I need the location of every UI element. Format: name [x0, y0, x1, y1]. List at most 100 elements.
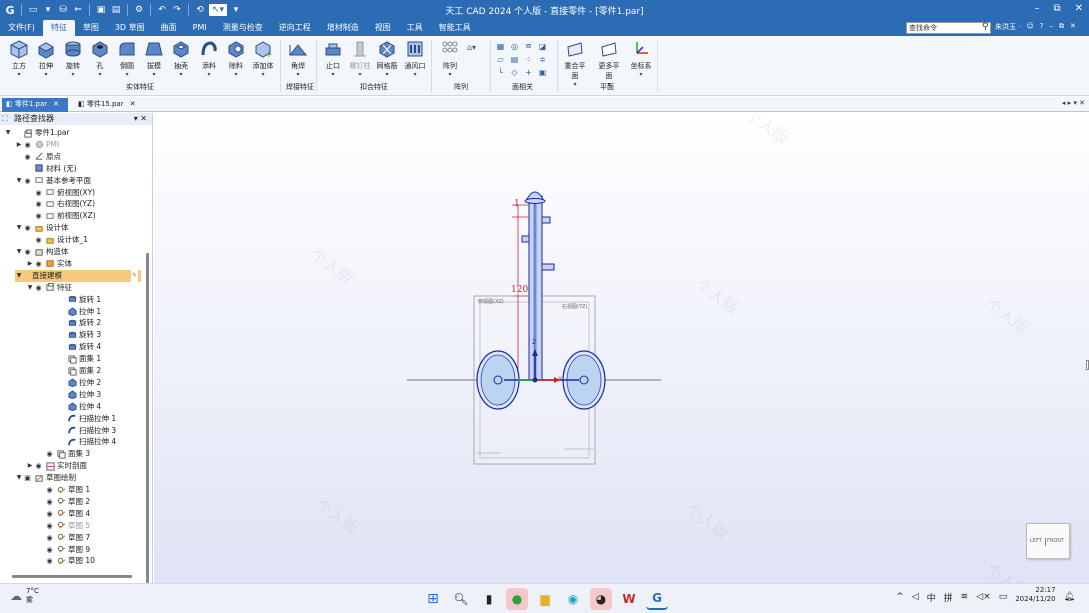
ime-pinyin[interactable]: 拼	[944, 591, 953, 604]
tree-node[interactable]: ◉ 设计体_1	[26, 234, 88, 246]
minimize-button[interactable]: –	[1034, 3, 1039, 14]
chevron-down-icon[interactable]: ▾	[141, 71, 167, 78]
tree-node[interactable]: ◉ 草图 7	[37, 532, 90, 544]
expand-toggle-icon[interactable]: ▼	[4, 127, 12, 139]
visibility-eye-icon[interactable]: ◉	[45, 532, 54, 544]
visibility-eye-icon[interactable]: ◉	[45, 496, 54, 508]
ribbon-tool-button[interactable]: 孔 ▾	[87, 39, 113, 78]
menu-item[interactable]: 逆向工程	[271, 20, 319, 36]
expand-toggle-icon[interactable]: ▼	[15, 472, 23, 484]
ribbon-tool-button[interactable]: 添料 ▾	[196, 39, 222, 78]
tree-node[interactable]: ◉ 草图 5	[37, 520, 90, 532]
tree-node[interactable]: 拉伸 4	[48, 401, 101, 413]
dimension-label-main[interactable]: 120	[511, 285, 529, 295]
lock-icon[interactable]: ▣	[537, 67, 548, 77]
chevron-down-icon[interactable]: ▾	[320, 71, 346, 78]
tree-node[interactable]: 材料 (无)	[15, 163, 77, 175]
chevron-down-icon[interactable]: ▾	[285, 71, 311, 78]
chevron-down-icon[interactable]: ▾	[168, 71, 194, 78]
maximize-button[interactable]: ⧉	[1053, 3, 1060, 14]
tree-node[interactable]: ◉ 草图 9	[37, 544, 90, 556]
thicken-icon[interactable]: ▤	[509, 54, 520, 64]
menu-item[interactable]: 特征	[42, 20, 75, 36]
copy-face-icon[interactable]: ⧈	[523, 41, 534, 51]
tree-node[interactable]: ◉ 草图 2	[37, 496, 90, 508]
app-logo-icon[interactable]: G	[4, 4, 16, 17]
tree-node[interactable]: ◉ 草图 4	[37, 508, 90, 520]
customize-icon[interactable]: ▾	[230, 4, 242, 16]
close-tab-icon[interactable]: ✕	[53, 100, 59, 108]
dimension-label-top[interactable]: 1	[514, 199, 520, 209]
expand-toggle-icon[interactable]: ▶	[26, 460, 34, 472]
menu-item[interactable]: 工具	[399, 20, 431, 36]
chevron-down-icon[interactable]: ▾	[628, 71, 654, 78]
expand-toggle-icon[interactable]: ▼	[15, 222, 23, 234]
tree-node[interactable]: 面集 1	[48, 353, 101, 365]
tree-node[interactable]: 拉伸 1	[48, 306, 101, 318]
save-icon[interactable]: ▣	[95, 4, 107, 16]
tree-node[interactable]: 旋转 2	[48, 317, 101, 329]
tree-node[interactable]: ◉ 草图 1	[37, 484, 90, 496]
expand-toggle-icon[interactable]: ▼	[15, 270, 23, 282]
menu-extra-control[interactable]: ⧉	[1059, 22, 1064, 32]
weather-widget[interactable]: ☁ 7°C 雾	[10, 587, 39, 605]
menu-item[interactable]: 曲面	[153, 20, 185, 36]
tree-node[interactable]: 扫描拉伸 3	[48, 425, 116, 437]
close-tab-icon[interactable]: ✕	[130, 100, 136, 108]
search-icon[interactable]: ⚲	[982, 22, 989, 32]
visibility-eye-icon[interactable]: ◉	[45, 520, 54, 532]
visibility-eye-icon[interactable]: ◉	[34, 282, 43, 294]
tree-node[interactable]: ◉ 原点	[15, 151, 61, 163]
tree-node[interactable]: ◉ 草图 10	[37, 555, 95, 567]
tree-node[interactable]: ▼ ◉ 构造体	[15, 246, 69, 258]
undo-icon[interactable]: ↶	[156, 4, 168, 16]
view-cube-left[interactable]: LEFT	[1030, 538, 1042, 544]
open-folder-icon[interactable]: ⛁	[57, 4, 69, 16]
chevron-down-icon[interactable]: ▾	[223, 71, 249, 78]
view-cube-front[interactable]: FRONT	[1047, 538, 1064, 544]
tree-node[interactable]: ▼ ◉ 特征	[26, 282, 72, 294]
command-search-input[interactable]: 查找命令	[906, 22, 991, 34]
volume-mute-icon[interactable]: ◁×	[976, 592, 990, 602]
chevron-down-icon[interactable]: ▾	[33, 71, 59, 78]
visibility-eye-icon[interactable]: ◉	[23, 175, 32, 187]
ribbon-tool-button[interactable]: 立方 ▾	[6, 39, 32, 78]
tree-node[interactable]: ◉ 俯视图(XY)	[26, 187, 95, 199]
ribbon-tool-button[interactable]: 坐标系 ▾	[628, 39, 654, 78]
menu-extra-control[interactable]: ?	[1040, 22, 1044, 32]
ribbon-tool-button[interactable]: 通风口 ▾	[402, 39, 428, 78]
ribbon-tool-button[interactable]: 螺钉柱 ▾	[347, 39, 373, 78]
expand-toggle-icon[interactable]: ▶	[15, 139, 23, 151]
chevron-down-icon[interactable]: ▾	[87, 71, 113, 78]
tree-node[interactable]: 拉伸 2	[48, 377, 101, 389]
tree-node[interactable]: ▼ 零件1.par	[4, 127, 70, 139]
tree-node[interactable]: ▼ ◉ 设计体	[15, 222, 69, 234]
edge-browser-icon[interactable]: ◉	[562, 588, 584, 610]
new-file-icon[interactable]: ▭	[27, 4, 39, 16]
visibility-eye-icon[interactable]: ◉	[34, 460, 43, 472]
visibility-eye-icon[interactable]: ◉	[45, 484, 54, 496]
panel-controls[interactable]: ▾ ✕	[134, 113, 147, 125]
tree-node[interactable]: ▶ ◉ PMI	[15, 139, 60, 151]
ribbon-tool-button[interactable]: 网格筋 ▾	[374, 39, 400, 78]
expand-toggle-icon[interactable]: ▶	[26, 258, 34, 270]
ribbon-tool-button[interactable]: 止口 ▾	[320, 39, 346, 78]
split-face-icon[interactable]: ⁘	[523, 54, 534, 64]
replace-face-icon[interactable]: ◪	[537, 41, 548, 51]
chevron-down-icon[interactable]: ▾	[437, 71, 463, 78]
edit-mode-icon[interactable]: ✎	[130, 269, 138, 282]
expand-toggle-icon[interactable]: ▼	[26, 282, 34, 294]
dropdown-icon[interactable]: ▾	[42, 4, 54, 16]
task-view-icon[interactable]: ▮	[478, 588, 500, 610]
close-button[interactable]: ✕	[1075, 3, 1083, 14]
tree-node[interactable]: 扫描拉伸 4	[48, 436, 116, 448]
chevron-down-icon[interactable]: ▾	[402, 71, 428, 78]
tiangong-cad-icon[interactable]: G	[646, 588, 668, 610]
visibility-eye-icon[interactable]: ◉	[23, 151, 32, 163]
undo-small-icon[interactable]: ⇐	[72, 4, 84, 16]
tree-node[interactable]: 拉伸 3	[48, 389, 101, 401]
search-icon[interactable]: 🔍︎	[450, 588, 472, 610]
wechat-icon[interactable]: ●	[506, 588, 528, 610]
vertical-scrollbar[interactable]	[146, 253, 149, 583]
select-tool-icon[interactable]: ↖▾	[209, 4, 227, 16]
